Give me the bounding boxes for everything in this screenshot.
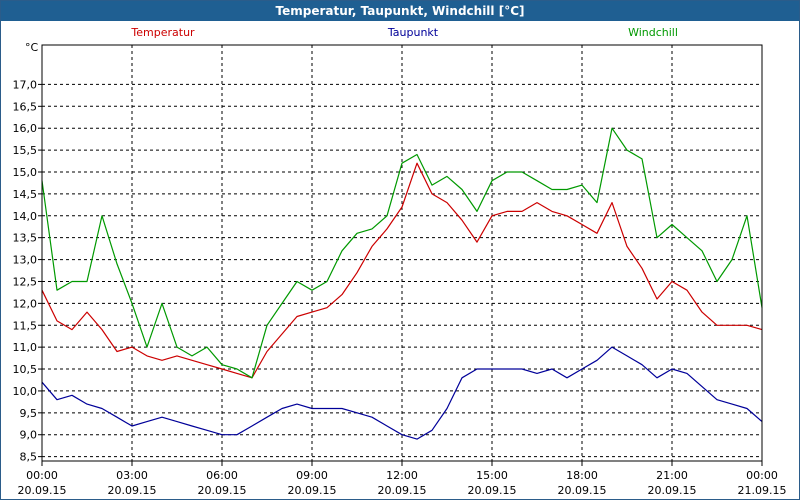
- window-title: Temperatur, Taupunkt, Windchill [°C]: [1, 1, 799, 21]
- legend-entry-windchill: Windchill: [628, 26, 678, 39]
- y-tick-label: 8,5: [20, 451, 38, 464]
- legend: Temperatur Taupunkt Windchill: [130, 26, 678, 39]
- y-tick-label: 12,5: [13, 275, 38, 288]
- x-tick-time: 06:00: [206, 469, 238, 482]
- y-tick-label: 14,0: [13, 210, 38, 223]
- x-axis: 00:00 20.09.15 03:00 20.09.15 06:00 20.09.15 0…: [18, 461, 787, 497]
- y-tick-label: 15,0: [13, 166, 38, 179]
- x-tick-time: 09:00: [296, 469, 328, 482]
- x-tick-time: 18:00: [566, 469, 598, 482]
- y-tick-label: 16,0: [13, 122, 38, 135]
- x-tick-date: 20.09.15: [108, 484, 157, 497]
- y-tick-label: 16,5: [13, 100, 38, 113]
- x-tick-time: 03:00: [116, 469, 148, 482]
- x-tick-time: 12:00: [386, 469, 418, 482]
- y-tick-label: 11,5: [13, 319, 38, 332]
- y-tick-label: 17,0: [13, 78, 38, 91]
- x-tick-date: 20.09.15: [288, 484, 337, 497]
- line-chart: 8,5 9,0 9,5 10,0 10,5 11,0 11,5 12,0 12,5 13,0 13,…: [13, 26, 787, 497]
- x-tick-time: 00:00: [26, 469, 58, 482]
- x-tick-date: 20.09.15: [18, 484, 67, 497]
- x-tick-date: 20.09.15: [378, 484, 427, 497]
- y-tick-label: 15,5: [13, 144, 38, 157]
- y-tick-label: 14,5: [13, 188, 38, 201]
- y-tick-label: 13,5: [13, 232, 38, 245]
- legend-entry-temperatur: Temperatur: [130, 26, 195, 39]
- x-tick-time: 15:00: [476, 469, 508, 482]
- x-tick-time: 21:00: [656, 469, 688, 482]
- legend-entry-taupunkt: Taupunkt: [387, 26, 439, 39]
- x-tick-time: 00:00: [746, 469, 778, 482]
- y-tick-label: 9,0: [20, 429, 38, 442]
- x-tick-date: 21.09.15: [738, 484, 787, 497]
- y-tick-label: 11,0: [13, 341, 38, 354]
- series-lines: [41, 127, 763, 440]
- chart-window: Temperatur, Taupunkt, Windchill [°C] 8,5…: [0, 0, 800, 500]
- x-tick-date: 20.09.15: [198, 484, 247, 497]
- y-tick-label: 12,0: [13, 297, 38, 310]
- grid: [42, 45, 762, 461]
- x-tick-date: 20.09.15: [468, 484, 517, 497]
- y-tick-label: 10,5: [13, 363, 38, 376]
- y-tick-label: 9,5: [20, 407, 38, 420]
- x-tick-date: 20.09.15: [558, 484, 607, 497]
- y-axis-unit: °C: [25, 41, 39, 54]
- y-tick-label: 13,0: [13, 254, 38, 267]
- x-tick-date: 20.09.15: [648, 484, 697, 497]
- y-axis: 8,5 9,0 9,5 10,0 10,5 11,0 11,5 12,0 12,5 13,0 13,…: [13, 78, 42, 464]
- y-tick-label: 10,0: [13, 385, 38, 398]
